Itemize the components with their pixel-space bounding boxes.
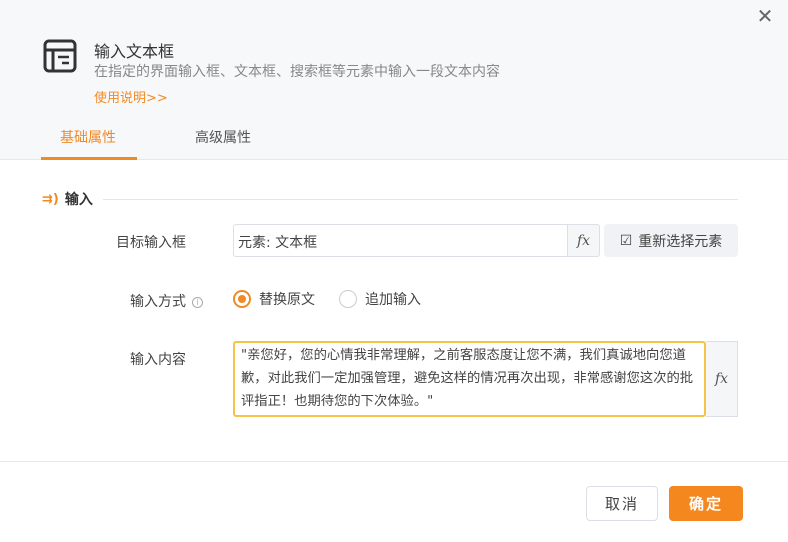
radio-replace[interactable]: 替换原文 [233,289,315,309]
reselect-label: 重新选择元素 [638,233,723,250]
divider [103,199,738,200]
text-input-icon [43,39,77,73]
content-label: 输入内容 [130,352,186,368]
radio-append-label: 追加输入 [365,292,421,308]
content-textarea[interactable]: "亲您好，您的心情我非常理解，之前客服态度让您不满，我们真诚地向您道歉，对此我们… [233,341,706,417]
radio-selected-icon [233,290,251,308]
info-icon[interactable]: i [192,297,203,308]
input-section-icon: ⇉) [42,191,59,207]
reselect-element-button[interactable]: ☑ 重新选择元素 [604,224,738,257]
help-link[interactable]: 使用说明>> [94,87,168,106]
mode-label-text: 输入方式 [130,294,186,310]
target-label: 目标输入框 [116,235,186,251]
cancel-button[interactable]: 取消 [586,486,658,521]
tab-basic[interactable]: 基础属性 [60,127,116,147]
dialog-title: 输入文本框 [94,42,175,61]
radio-unselected-icon [339,290,357,308]
section-title: 输入 [64,192,93,208]
fx-button-target[interactable]: fx [567,224,600,257]
fx-button-content[interactable]: fx [706,341,738,417]
footer-divider [0,461,788,462]
dialog-description: 在指定的界面输入框、文本框、搜索框等元素中输入一段文本内容 [94,64,500,80]
checkbox-icon: ☑ [619,232,633,249]
close-icon[interactable]: ✕ [755,6,775,26]
tab-advanced[interactable]: 高级属性 [195,127,251,147]
radio-append[interactable]: 追加输入 [339,289,421,309]
section-heading: ⇉) 输入 [42,189,93,209]
confirm-button[interactable]: 确定 [669,486,743,521]
target-input[interactable]: 元素: 文本框 [233,224,567,257]
radio-replace-label: 替换原文 [259,292,315,308]
mode-label: 输入方式 i [130,291,203,311]
active-tab-indicator [41,157,137,160]
